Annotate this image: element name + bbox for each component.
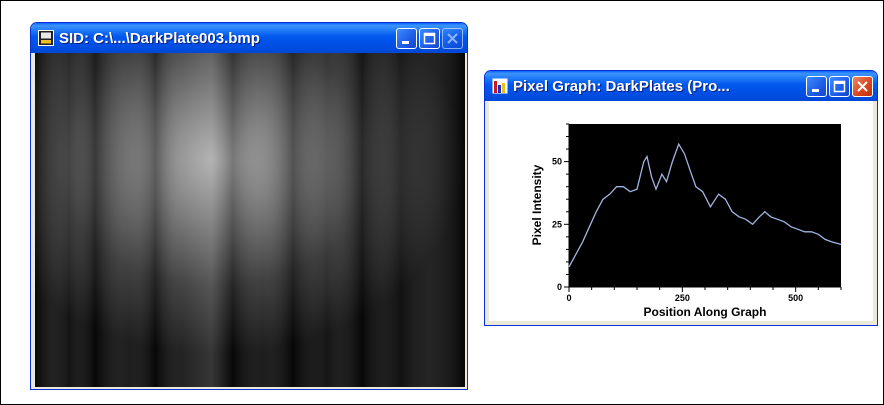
sid-image-area[interactable] [35, 53, 465, 387]
close-icon [857, 80, 868, 92]
sid-title-bar[interactable]: SID: C:\...\DarkPlate003.bmp [31, 23, 467, 53]
minimize-icon [402, 40, 409, 44]
graph-minimize-button[interactable] [806, 75, 827, 97]
x-tick-label: 250 [675, 293, 690, 303]
graph-maximize-button[interactable] [829, 75, 850, 97]
sid-app-icon [38, 30, 54, 46]
maximize-icon [833, 80, 846, 92]
x-tick-label: 0 [566, 293, 571, 303]
close-icon [447, 32, 458, 44]
bar-chart-icon [492, 78, 508, 94]
sid-maximize-button[interactable] [419, 27, 440, 49]
sid-window-title: SID: C:\...\DarkPlate003.bmp [59, 29, 260, 47]
sid-minimize-button[interactable] [396, 27, 417, 49]
y-tick-label: 0 [557, 282, 562, 292]
minimize-icon [812, 88, 819, 92]
graph-client-area: 0 250 500 0 25 50 Position Along Graph Pixel … [489, 101, 873, 321]
y-tick-label: 50 [552, 157, 562, 167]
y-axis-label: Pixel Intensity [530, 164, 544, 245]
graph-title-bar[interactable]: Pixel Graph: DarkPlates (Pro... [485, 71, 877, 101]
maximize-icon [423, 32, 436, 44]
pixel-graph-window[interactable]: Pixel Graph: DarkPlates (Pro... 0 250 500 0… [484, 70, 878, 326]
sid-close-button[interactable] [442, 27, 463, 49]
pixel-intensity-chart[interactable]: 0 250 500 0 25 50 Position Along Graph Pixel … [489, 101, 875, 323]
graph-close-button[interactable] [852, 75, 873, 97]
plot-area [569, 124, 841, 287]
dark-plate-image[interactable] [35, 53, 465, 387]
x-axis-label: Position Along Graph [644, 305, 767, 319]
x-tick-label: 500 [788, 293, 803, 303]
graph-window-title: Pixel Graph: DarkPlates (Pro... [513, 77, 730, 95]
sid-window[interactable]: SID: C:\...\DarkPlate003.bmp [30, 22, 468, 390]
y-tick-label: 25 [552, 219, 562, 229]
